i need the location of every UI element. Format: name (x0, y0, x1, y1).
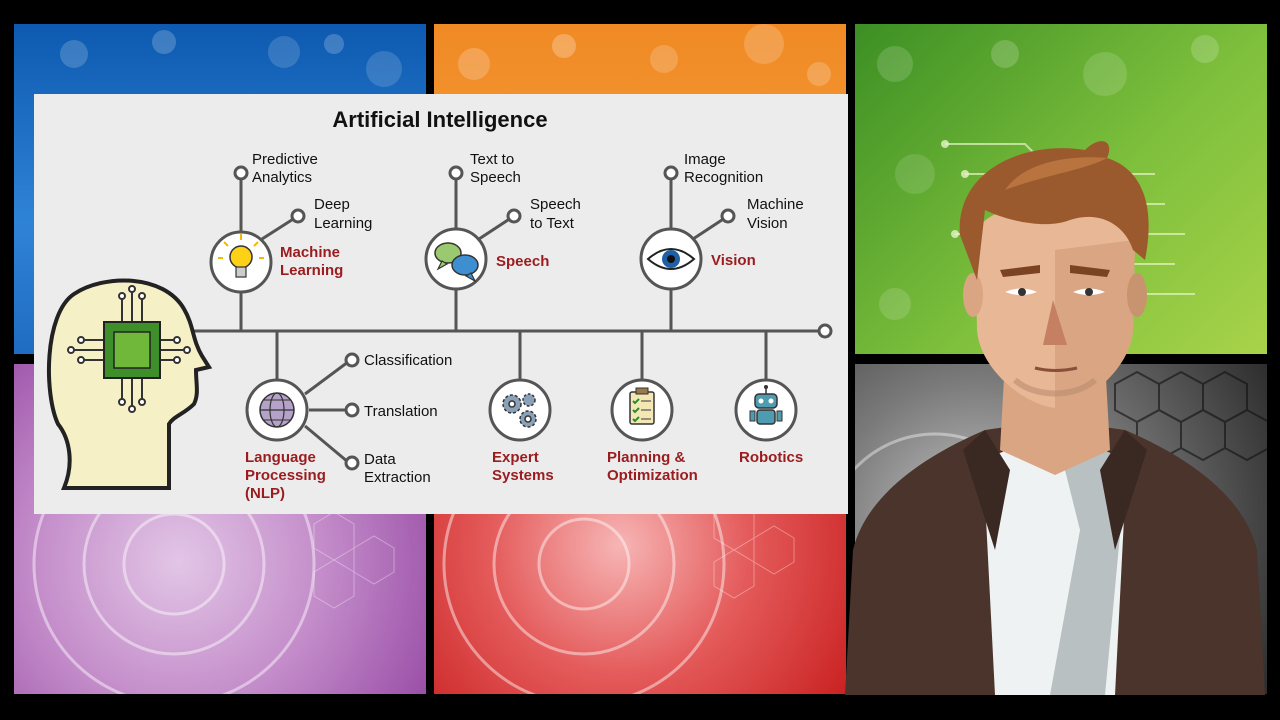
nlp-node (245, 378, 309, 442)
text-to-speech-label-1: Text to (470, 151, 514, 168)
presenter-avatar (845, 141, 1265, 695)
predictive-analytics-label-2: Analytics (252, 169, 312, 186)
text-to-speech-label-2: Speech (470, 169, 521, 186)
translation-label: Translation (364, 403, 438, 420)
classification-label: Classification (364, 352, 452, 369)
image-recognition-label-1: Image (684, 151, 726, 168)
predictive-analytics-label-1: Predictive (252, 151, 318, 168)
machine-learning-label-1: Machine (280, 244, 340, 261)
expert-systems-label-2: Systems (492, 467, 554, 484)
vision-node (639, 227, 703, 291)
speech-to-text-label-1: Speech (530, 196, 581, 213)
deep-learning-label-2: Learning (314, 215, 372, 232)
speech-node (424, 227, 488, 291)
machine-vision-label-1: Machine (747, 196, 804, 213)
globe-icon (259, 392, 295, 428)
machine-vision-label-2: Vision (747, 215, 788, 232)
robotics-label: Robotics (739, 449, 803, 466)
data-extraction-label-1: Data (364, 451, 396, 468)
speech-label: Speech (496, 253, 549, 270)
speech-to-text-label-2: to Text (530, 215, 575, 232)
diagram-title: Artificial Intelligence (332, 107, 547, 132)
planning-label-2: Optimization (607, 467, 698, 484)
planning-label-1: Planning & (607, 449, 686, 466)
nlp-label-3: (NLP) (245, 485, 285, 502)
expert-systems-node (488, 378, 552, 442)
robotics-node (734, 378, 798, 442)
image-recognition-label-2: Recognition (684, 169, 763, 186)
nlp-label-1: Language (245, 449, 316, 466)
clipboard-checklist-icon (629, 387, 655, 425)
planning-node (610, 378, 674, 442)
nlp-label-2: Processing (245, 467, 326, 484)
expert-systems-label-1: Expert (492, 449, 539, 466)
data-extraction-label-2: Extraction (364, 469, 431, 486)
vision-label: Vision (711, 252, 756, 269)
machine-learning-node (209, 230, 273, 294)
deep-learning-label-1: Deep (314, 196, 350, 213)
ai-diagram-panel: Artificial Intelligence Predictive Analy… (34, 94, 848, 514)
ai-mindmap-diagram: Artificial Intelligence Predictive Analy… (46, 107, 833, 502)
brain-chip-icon (46, 278, 213, 490)
machine-learning-label-2: Learning (280, 262, 343, 279)
